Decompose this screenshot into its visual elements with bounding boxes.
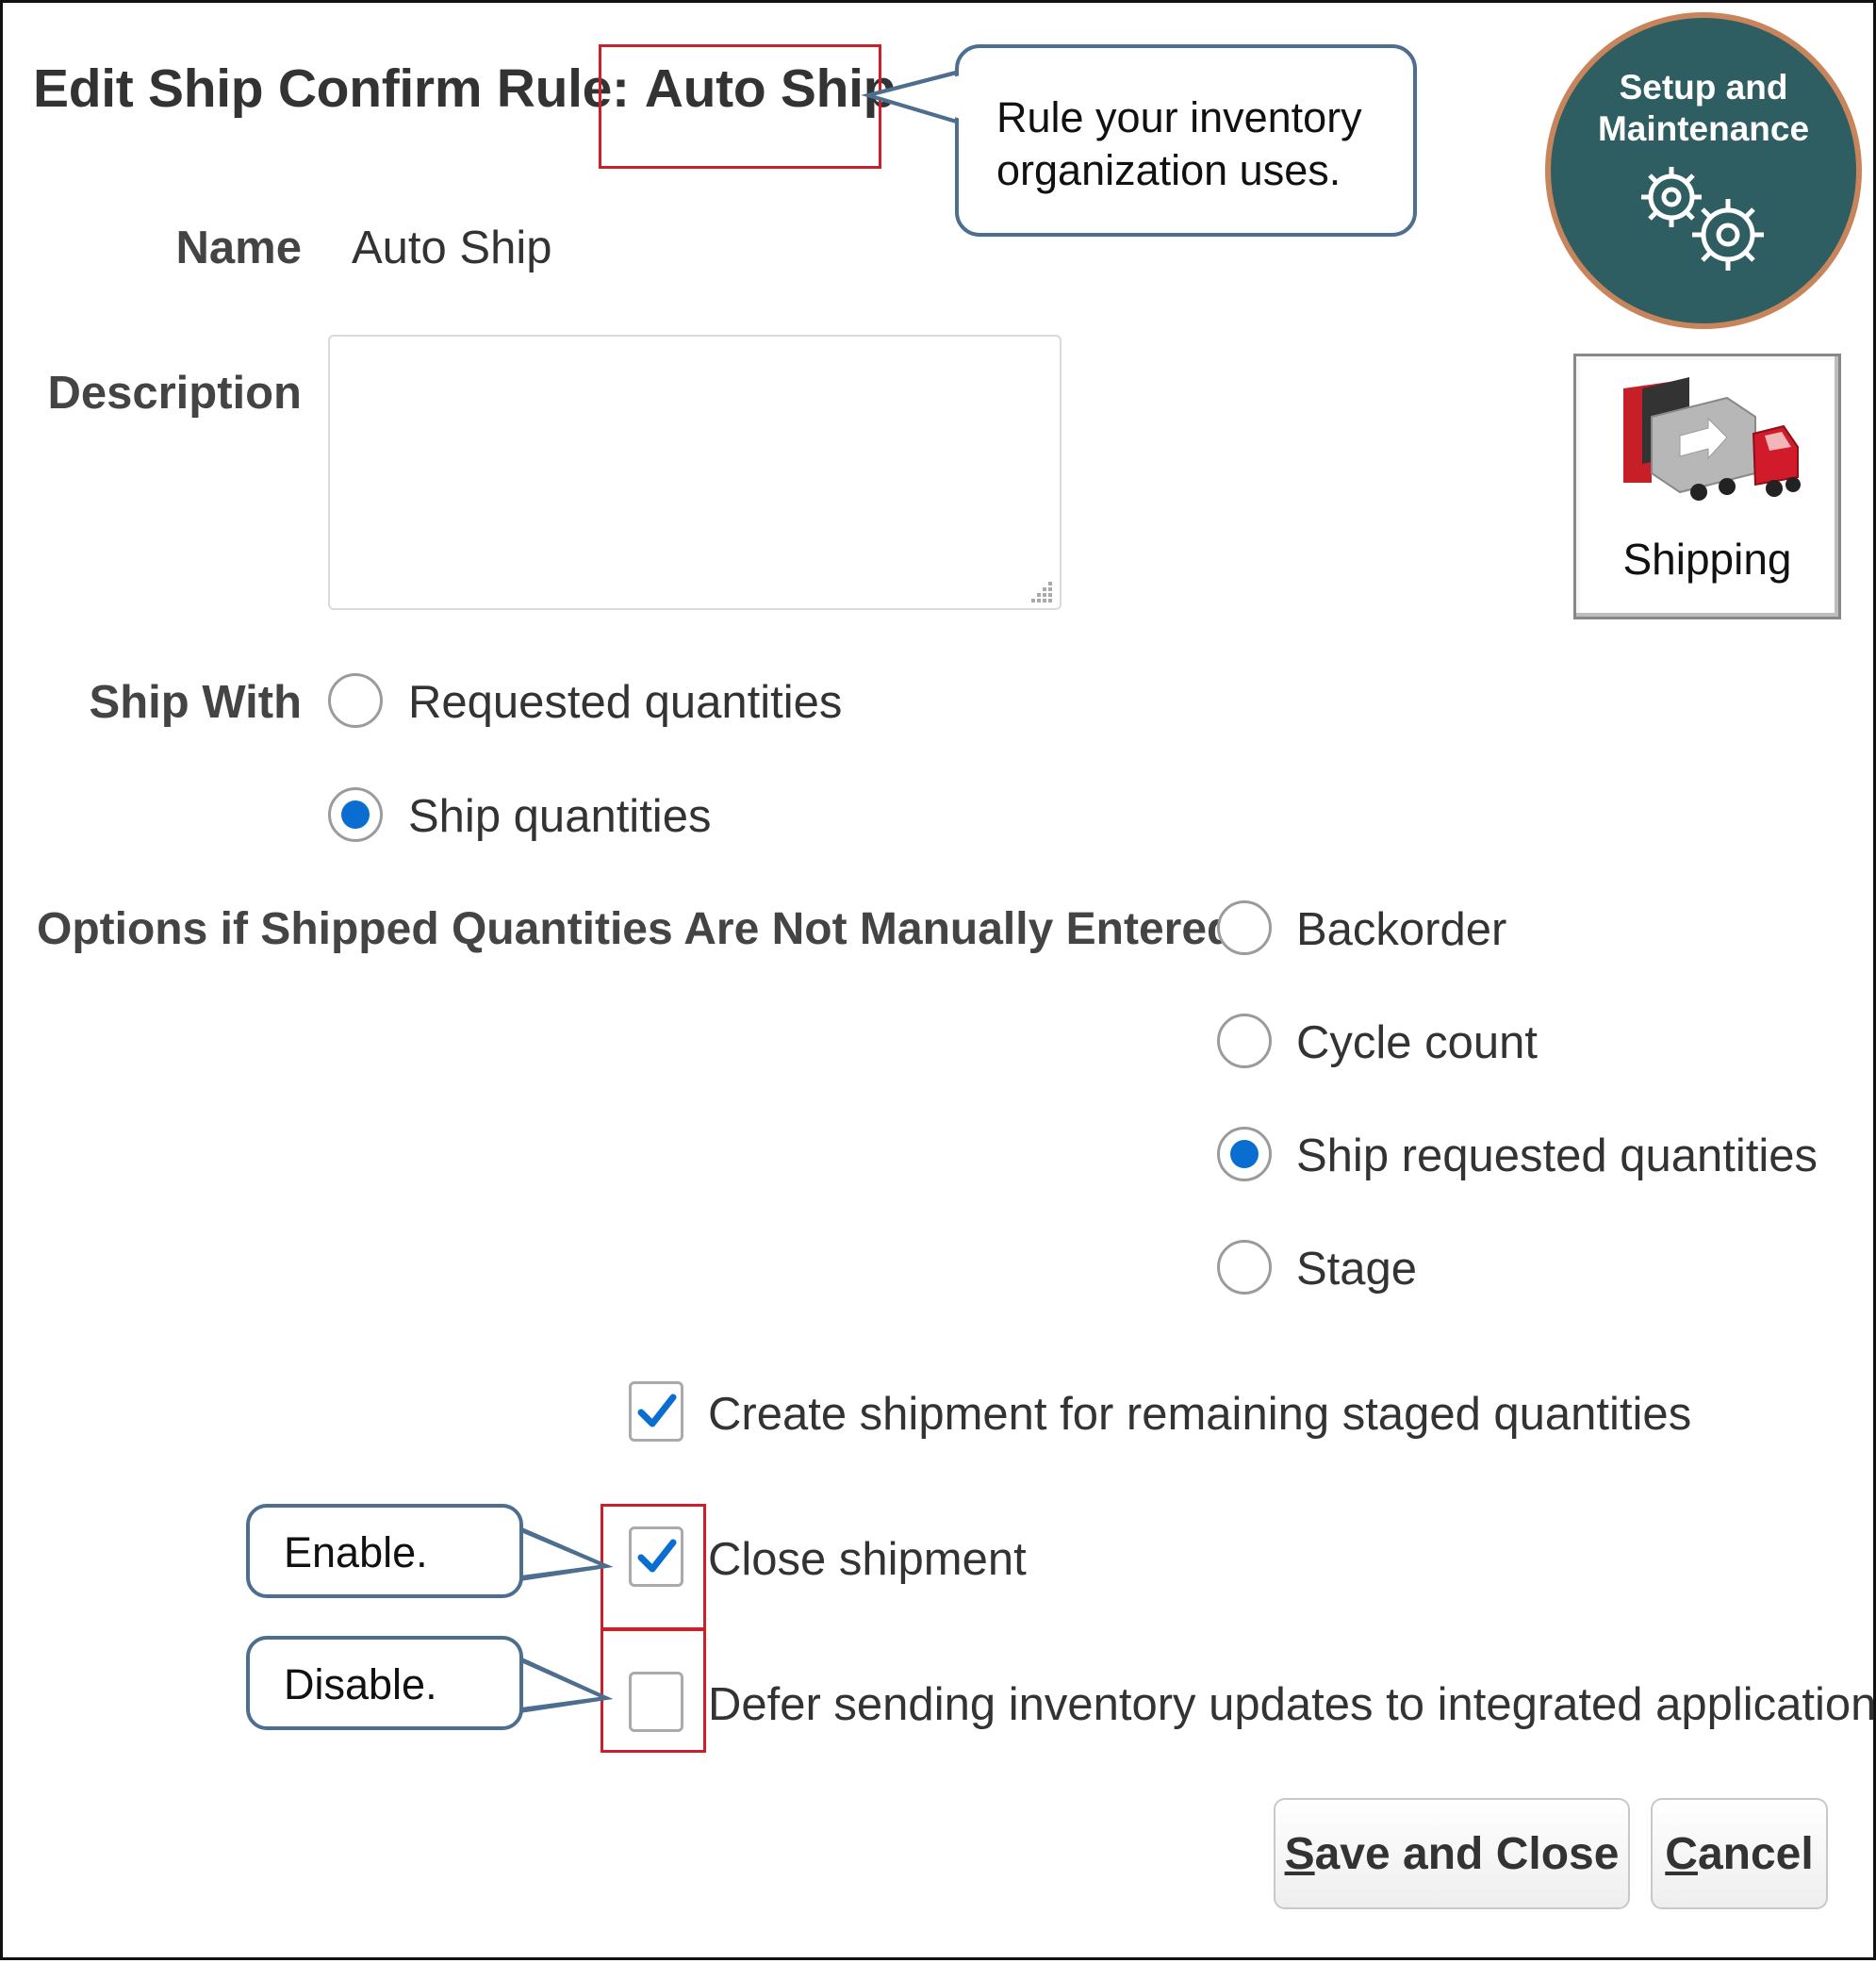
truck-loading-dock-icon: [1623, 377, 1801, 501]
rule-callout: Rule your inventory organization uses.: [955, 44, 1417, 237]
radio-requested-quantities[interactable]: [328, 673, 383, 728]
check-icon: [637, 1394, 677, 1427]
radio-ship-quantities-label: Ship quantities: [408, 791, 712, 842]
description-label: Description: [47, 368, 302, 419]
screenshot-frame: Edit Ship Confirm Rule: Auto Ship Rule yo…: [0, 0, 1876, 1960]
resize-grip-icon[interactable]: [1029, 578, 1054, 602]
radio-cycle-count-label: Cycle count: [1296, 1017, 1539, 1068]
options-label: Options if Shipped Quantities Are Not Ma…: [37, 904, 1235, 954]
enable-callout-text: Enable.: [284, 1528, 428, 1576]
radio-cycle-count[interactable]: [1217, 1014, 1272, 1068]
radio-stage-label: Stage: [1296, 1244, 1418, 1295]
name-value: Auto Ship: [352, 223, 552, 273]
radio-backorder-label: Backorder: [1296, 904, 1507, 955]
cancel-label: ancel: [1697, 1828, 1814, 1879]
page-title-prefix: Edit Ship Confirm Rule:: [33, 58, 630, 119]
name-label: Name: [175, 223, 302, 273]
checkbox-create-shipment[interactable]: [629, 1381, 683, 1442]
shipping-tile-label: Shipping: [1622, 535, 1792, 584]
ship-with-label: Ship With: [89, 677, 302, 728]
save-and-close-label: ave and Close: [1314, 1828, 1620, 1879]
checkbox-create-shipment-label: Create shipment for remaining staged qua…: [708, 1389, 1692, 1440]
rule-callout-text: Rule your inventory organization uses.: [996, 93, 1362, 194]
checkbox-defer-inventory-updates-label: Defer sending inventory updates to integ…: [708, 1679, 1876, 1730]
setup-maintenance-badge[interactable]: Setup and Maintenance: [1545, 12, 1862, 329]
radio-ship-requested-quantities[interactable]: [1217, 1127, 1272, 1181]
gears-icon: [1641, 167, 1764, 271]
checkbox-close-shipment-label: Close shipment: [708, 1534, 1027, 1585]
disable-callout: Disable.: [246, 1636, 523, 1730]
description-textarea[interactable]: [328, 335, 1061, 610]
cancel-button[interactable]: Cancel: [1651, 1798, 1828, 1909]
defer-updates-highlight: [601, 1628, 706, 1753]
radio-requested-quantities-label: Requested quantities: [408, 677, 843, 728]
enable-callout: Enable.: [246, 1504, 523, 1598]
radio-ship-quantities[interactable]: [328, 787, 383, 842]
save-and-close-mnemonic: S: [1284, 1828, 1315, 1879]
setup-badge-line1: Setup and: [1619, 68, 1788, 107]
radio-selected-dot: [1230, 1140, 1259, 1168]
setup-badge-line2: Maintenance: [1597, 109, 1810, 148]
radio-selected-dot: [341, 800, 370, 829]
radio-ship-requested-quantities-label: Ship requested quantities: [1296, 1130, 1818, 1181]
shipping-tile[interactable]: Shipping: [1573, 354, 1841, 619]
disable-callout-text: Disable.: [284, 1660, 437, 1708]
radio-backorder[interactable]: [1217, 900, 1272, 955]
save-and-close-button[interactable]: Save and Close: [1274, 1798, 1630, 1909]
rule-name-highlight: [599, 44, 881, 169]
radio-stage[interactable]: [1217, 1240, 1272, 1295]
close-shipment-highlight: [601, 1504, 706, 1630]
cancel-mnemonic: C: [1665, 1828, 1698, 1879]
